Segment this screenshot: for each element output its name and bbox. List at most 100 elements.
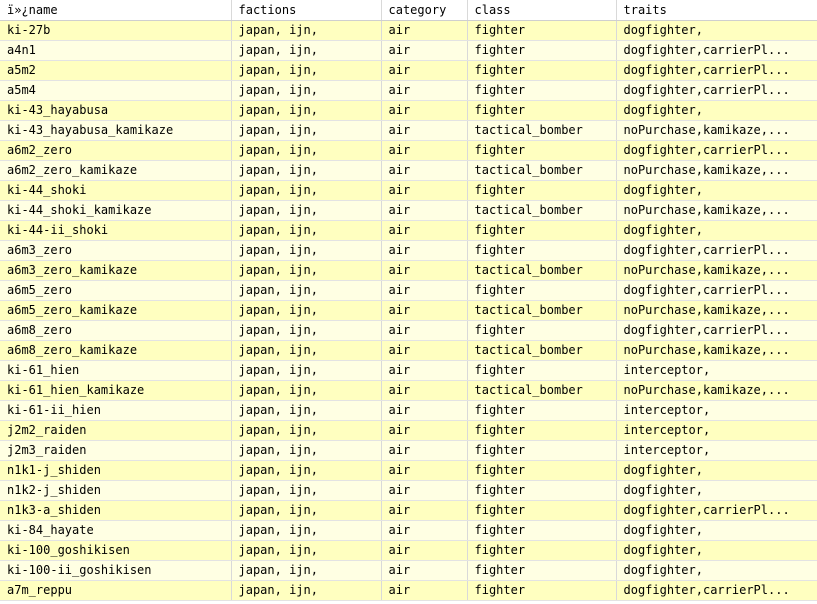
cell-class[interactable]: fighter bbox=[467, 220, 617, 241]
table-row[interactable]: ki-61_hien_kamikaze japan, ijn, air tactica… bbox=[0, 380, 817, 401]
cell-factions[interactable]: japan, ijn, bbox=[231, 180, 382, 201]
table-row[interactable]: a6m5_zero japan, ijn, air fighter dogfighter… bbox=[0, 280, 817, 301]
cell-traits[interactable]: dogfighter,carrierPl... bbox=[616, 40, 817, 61]
cell-category[interactable]: air bbox=[381, 420, 468, 441]
cell-factions[interactable]: japan, ijn, bbox=[231, 460, 382, 481]
cell-class[interactable]: fighter bbox=[467, 500, 617, 521]
cell-category[interactable]: air bbox=[381, 200, 468, 221]
table-row[interactable]: n1k2-j_shiden japan, ijn, air fighter dogfig… bbox=[0, 480, 817, 501]
cell-class[interactable]: fighter bbox=[467, 320, 617, 341]
cell-class[interactable]: fighter bbox=[467, 80, 617, 101]
column-header-traits[interactable]: traits bbox=[616, 0, 817, 21]
cell-traits[interactable]: noPurchase,kamikaze,... bbox=[616, 300, 817, 321]
table-row[interactable]: ki-43_hayabusa japan, ijn, air fighter dogfi… bbox=[0, 100, 817, 121]
cell-class[interactable]: fighter bbox=[467, 60, 617, 81]
cell-class[interactable]: tactical_bomber bbox=[467, 120, 617, 141]
cell-class[interactable]: fighter bbox=[467, 460, 617, 481]
cell-traits[interactable]: noPurchase,kamikaze,... bbox=[616, 200, 817, 221]
column-header-factions[interactable]: factions bbox=[231, 0, 382, 21]
cell-factions[interactable]: japan, ijn, bbox=[231, 280, 382, 301]
column-header-class[interactable]: class bbox=[467, 0, 617, 21]
cell-name[interactable]: ki-27b bbox=[0, 20, 232, 41]
cell-factions[interactable]: japan, ijn, bbox=[231, 320, 382, 341]
table-row[interactable]: a6m3_zero japan, ijn, air fighter dogfighter… bbox=[0, 240, 817, 261]
table-row[interactable]: ki-84_hayate japan, ijn, air fighter dogfigh… bbox=[0, 520, 817, 541]
cell-name[interactable]: ki-61-ii_hien bbox=[0, 400, 232, 421]
cell-traits[interactable]: noPurchase,kamikaze,... bbox=[616, 160, 817, 181]
cell-class[interactable]: fighter bbox=[467, 580, 617, 601]
cell-name[interactable]: n1k1-j_shiden bbox=[0, 460, 232, 481]
cell-name[interactable]: a5m2 bbox=[0, 60, 232, 81]
cell-category[interactable]: air bbox=[381, 220, 468, 241]
cell-category[interactable]: air bbox=[381, 160, 468, 181]
table-row[interactable]: ki-100_goshikisen japan, ijn, air fighter do… bbox=[0, 540, 817, 561]
cell-factions[interactable]: japan, ijn, bbox=[231, 480, 382, 501]
table-row[interactable]: a6m2_zero_kamikaze japan, ijn, air tactical… bbox=[0, 160, 817, 181]
table-row[interactable]: a5m2 japan, ijn, air fighter dogfighter,carr… bbox=[0, 60, 817, 81]
cell-category[interactable]: air bbox=[381, 260, 468, 281]
cell-category[interactable]: air bbox=[381, 40, 468, 61]
cell-name[interactable]: j2m2_raiden bbox=[0, 420, 232, 441]
cell-traits[interactable]: dogfighter, bbox=[616, 540, 817, 561]
cell-name[interactable]: a5m4 bbox=[0, 80, 232, 101]
cell-traits[interactable]: dogfighter, bbox=[616, 20, 817, 41]
cell-name[interactable]: a6m3_zero bbox=[0, 240, 232, 261]
cell-class[interactable]: fighter bbox=[467, 240, 617, 261]
cell-traits[interactable]: interceptor, bbox=[616, 420, 817, 441]
cell-category[interactable]: air bbox=[381, 240, 468, 261]
table-row[interactable]: ki-44_shoki japan, ijn, air fighter dogfight… bbox=[0, 180, 817, 201]
cell-name[interactable]: ki-100_goshikisen bbox=[0, 540, 232, 561]
cell-factions[interactable]: japan, ijn, bbox=[231, 560, 382, 581]
column-header-name[interactable]: ï»¿name bbox=[0, 0, 232, 21]
cell-category[interactable]: air bbox=[381, 300, 468, 321]
cell-name[interactable]: ki-44-ii_shoki bbox=[0, 220, 232, 241]
cell-factions[interactable]: japan, ijn, bbox=[231, 140, 382, 161]
cell-category[interactable]: air bbox=[381, 280, 468, 301]
cell-traits[interactable]: dogfighter,carrierPl... bbox=[616, 80, 817, 101]
cell-traits[interactable]: interceptor, bbox=[616, 400, 817, 421]
cell-factions[interactable]: japan, ijn, bbox=[231, 80, 382, 101]
table-row[interactable]: ki-27b japan, ijn, air fighter dogfighter, bbox=[0, 20, 817, 41]
cell-traits[interactable]: dogfighter, bbox=[616, 220, 817, 241]
table-row[interactable]: a6m5_zero_kamikaze japan, ijn, air tactical… bbox=[0, 300, 817, 321]
cell-class[interactable]: fighter bbox=[467, 420, 617, 441]
cell-class[interactable]: fighter bbox=[467, 480, 617, 501]
cell-factions[interactable]: japan, ijn, bbox=[231, 380, 382, 401]
cell-name[interactable]: ki-44_shoki bbox=[0, 180, 232, 201]
cell-class[interactable]: fighter bbox=[467, 400, 617, 421]
cell-class[interactable]: fighter bbox=[467, 20, 617, 41]
cell-factions[interactable]: japan, ijn, bbox=[231, 520, 382, 541]
cell-traits[interactable]: dogfighter, bbox=[616, 520, 817, 541]
cell-factions[interactable]: japan, ijn, bbox=[231, 60, 382, 81]
cell-factions[interactable]: japan, ijn, bbox=[231, 260, 382, 281]
cell-traits[interactable]: interceptor, bbox=[616, 360, 817, 381]
cell-class[interactable]: fighter bbox=[467, 520, 617, 541]
cell-class[interactable]: fighter bbox=[467, 360, 617, 381]
cell-category[interactable]: air bbox=[381, 400, 468, 421]
cell-category[interactable]: air bbox=[381, 460, 468, 481]
cell-name[interactable]: ki-61_hien_kamikaze bbox=[0, 380, 232, 401]
cell-factions[interactable]: japan, ijn, bbox=[231, 360, 382, 381]
cell-traits[interactable]: noPurchase,kamikaze,... bbox=[616, 380, 817, 401]
cell-category[interactable]: air bbox=[381, 180, 468, 201]
cell-class[interactable]: tactical_bomber bbox=[467, 260, 617, 281]
cell-name[interactable]: ki-61_hien bbox=[0, 360, 232, 381]
cell-name[interactable]: n1k3-a_shiden bbox=[0, 500, 232, 521]
cell-category[interactable]: air bbox=[381, 440, 468, 461]
table-row[interactable]: ki-44-ii_shoki japan, ijn, air fighter dogfi… bbox=[0, 220, 817, 241]
cell-traits[interactable]: dogfighter, bbox=[616, 480, 817, 501]
cell-class[interactable]: fighter bbox=[467, 100, 617, 121]
cell-category[interactable]: air bbox=[381, 520, 468, 541]
cell-category[interactable]: air bbox=[381, 320, 468, 341]
cell-traits[interactable]: dogfighter, bbox=[616, 100, 817, 121]
cell-name[interactable]: a4n1 bbox=[0, 40, 232, 61]
cell-factions[interactable]: japan, ijn, bbox=[231, 340, 382, 361]
cell-class[interactable]: fighter bbox=[467, 180, 617, 201]
cell-traits[interactable]: dogfighter,carrierPl... bbox=[616, 240, 817, 261]
cell-traits[interactable]: dogfighter,carrierPl... bbox=[616, 500, 817, 521]
cell-factions[interactable]: japan, ijn, bbox=[231, 120, 382, 141]
cell-category[interactable]: air bbox=[381, 120, 468, 141]
cell-traits[interactable]: dogfighter,carrierPl... bbox=[616, 320, 817, 341]
cell-traits[interactable]: dogfighter,carrierPl... bbox=[616, 60, 817, 81]
cell-factions[interactable]: japan, ijn, bbox=[231, 240, 382, 261]
